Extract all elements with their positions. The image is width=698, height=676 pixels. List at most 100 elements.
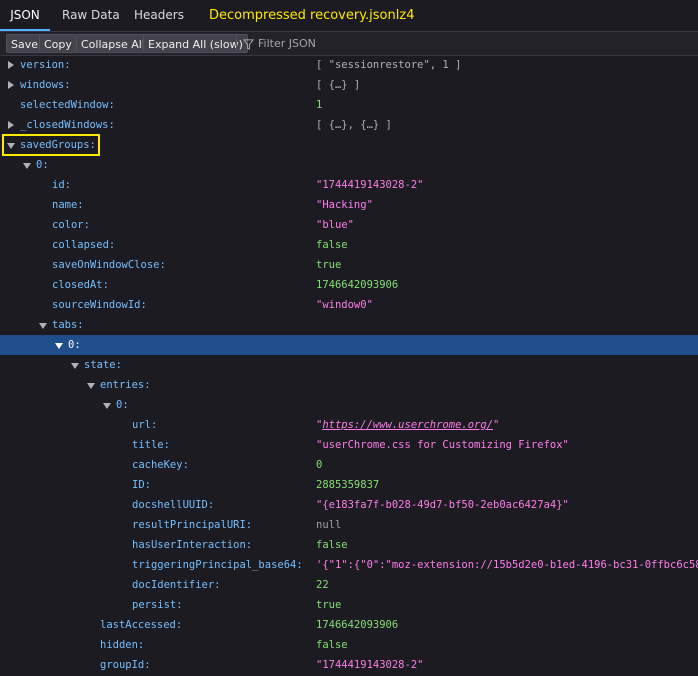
row-value: 0 <box>316 459 323 471</box>
row-key: version: <box>20 59 71 71</box>
row-key: state: <box>84 359 122 371</box>
row-key: selectedWindow: <box>20 99 115 111</box>
tree-row[interactable]: cacheKey: 0 <box>0 455 698 475</box>
tree-row[interactable]: url: "https://www.userchrome.org/" <box>0 415 698 435</box>
save-button[interactable]: Save <box>6 34 44 53</box>
expanded-arrow-icon[interactable] <box>71 363 79 369</box>
row-key: savedGroups: <box>20 139 96 151</box>
row-key: groupId: <box>100 659 151 671</box>
tree-row[interactable]: color: "blue" <box>0 215 698 235</box>
row-value: "1744419143028-2" <box>316 179 424 191</box>
row-value: "1744419143028-2" <box>316 659 424 671</box>
collapsed-arrow-icon[interactable] <box>8 121 14 129</box>
row-value: "{e183fa7f-b028-49d7-bf50-2eb0ac6427a4}" <box>316 499 569 511</box>
tree-row[interactable]: state: <box>0 355 698 375</box>
row-value: false <box>316 639 348 651</box>
viewer-tabbar: JSON Raw Data Headers Decompressed recov… <box>0 0 698 32</box>
tree-row[interactable]: title: "userChrome.css for Customizing Fi… <box>0 435 698 455</box>
tree-row[interactable]: _closedWindows: [ {…}, {…} ] <box>0 115 698 135</box>
row-value: 22 <box>316 579 329 591</box>
row-value: [ {…} ] <box>316 79 361 91</box>
tab-headers[interactable]: Headers <box>124 0 194 31</box>
row-key: _closedWindows: <box>20 119 115 131</box>
row-value[interactable]: "https://www.userchrome.org/" <box>316 415 499 435</box>
expanded-arrow-icon[interactable] <box>23 163 31 169</box>
tree-row[interactable]: triggeringPrincipal_base64: '{"1":{"0":"m… <box>0 555 698 575</box>
tree-row[interactable]: id: "1744419143028-2" <box>0 175 698 195</box>
expanded-arrow-icon[interactable] <box>39 323 47 329</box>
tab-raw-data[interactable]: Raw Data <box>52 0 130 31</box>
json-toolbar: Save Copy Collapse All Expand All (slow)… <box>0 32 698 56</box>
expanded-arrow-icon[interactable] <box>87 383 95 389</box>
row-value: 1746642093906 <box>316 279 399 291</box>
tree-row[interactable]: docIdentifier: 22 <box>0 575 698 595</box>
row-value: "userChrome.css for Customizing Firefox" <box>316 439 569 451</box>
collapsed-arrow-icon[interactable] <box>8 61 14 69</box>
tree-row[interactable]: 0: <box>0 155 698 175</box>
collapsed-arrow-icon[interactable] <box>8 81 14 89</box>
tree-row[interactable]: hasUserInteraction: false <box>0 535 698 555</box>
row-value: '{"1":{"0":"moz-extension://15b5d2e0-b1e… <box>316 559 698 571</box>
row-value: 1 <box>316 99 323 111</box>
row-key: triggeringPrincipal_base64: <box>132 559 303 571</box>
row-key: cacheKey: <box>132 459 189 471</box>
tree-row[interactable]: 0: <box>0 335 698 355</box>
row-value: true <box>316 599 342 611</box>
tree-row[interactable]: selectedWindow: 1 <box>0 95 698 115</box>
tree-row[interactable]: entries: <box>0 375 698 395</box>
row-key: sourceWindowId: <box>52 299 147 311</box>
expanded-arrow-icon[interactable] <box>7 143 15 149</box>
row-key: color: <box>52 219 90 231</box>
filter-placeholder: Filter JSON <box>258 37 316 50</box>
row-key: persist: <box>132 599 183 611</box>
row-key: tabs: <box>52 319 84 331</box>
copy-button[interactable]: Copy <box>39 34 77 53</box>
row-key: docshellUUID: <box>132 499 215 511</box>
row-value: 2885359837 <box>316 479 380 491</box>
row-value: null <box>316 519 342 531</box>
tree-row[interactable]: tabs: <box>0 315 698 335</box>
tree-row[interactable]: lastAccessed: 1746642093906 <box>0 615 698 635</box>
row-value: "blue" <box>316 219 354 231</box>
tree-row[interactable]: sourceWindowId: "window0" <box>0 295 698 315</box>
tree-row[interactable]: name: "Hacking" <box>0 195 698 215</box>
tree-row[interactable]: ID: 2885359837 <box>0 475 698 495</box>
expand-all-button[interactable]: Expand All (slow) <box>143 34 248 53</box>
toolbar-divider <box>236 36 237 51</box>
row-value: true <box>316 259 342 271</box>
row-key: hidden: <box>100 639 145 651</box>
tab-json[interactable]: JSON <box>0 0 50 31</box>
tree-row[interactable]: closedAt: 1746642093906 <box>0 275 698 295</box>
row-key: docIdentifier: <box>132 579 221 591</box>
row-value: false <box>316 539 348 551</box>
tree-row[interactable]: saveOnWindowClose: true <box>0 255 698 275</box>
url-link[interactable]: https://www.userchrome.org/ <box>322 419 493 431</box>
tree-row[interactable]: version: [ "sessionrestore", 1 ] <box>0 55 698 75</box>
tree-row[interactable]: windows: [ {…} ] <box>0 75 698 95</box>
tree-row[interactable]: 0: <box>0 395 698 415</box>
row-key: 0: <box>116 399 129 411</box>
row-value: "Hacking" <box>316 199 373 211</box>
row-value: 1746642093906 <box>316 619 399 631</box>
filter-json-input[interactable]: Filter JSON <box>243 34 316 53</box>
tree-row[interactable]: hidden: false <box>0 635 698 655</box>
row-key: entries: <box>100 379 151 391</box>
row-key: title: <box>132 439 170 451</box>
collapse-all-button[interactable]: Collapse All <box>76 34 150 53</box>
row-key: collapsed: <box>52 239 116 251</box>
tree-row[interactable]: collapsed: false <box>0 235 698 255</box>
row-value: "window0" <box>316 299 373 311</box>
row-value: [ {…}, {…} ] <box>316 119 392 131</box>
expanded-arrow-icon[interactable] <box>103 403 111 409</box>
row-key: id: <box>52 179 71 191</box>
tree-row[interactable]: resultPrincipalURI: null <box>0 515 698 535</box>
tree-row[interactable]: groupId: "1744419143028-2" <box>0 655 698 675</box>
tree-row[interactable]: docshellUUID: "{e183fa7f-b028-49d7-bf50-2… <box>0 495 698 515</box>
expanded-arrow-icon[interactable] <box>55 343 63 349</box>
row-key: hasUserInteraction: <box>132 539 253 551</box>
row-key: 0: <box>36 159 49 171</box>
tree-row[interactable]: persist: true <box>0 595 698 615</box>
row-key: saveOnWindowClose: <box>52 259 166 271</box>
tree-row[interactable]: savedGroups: <box>0 135 698 155</box>
row-value: [ "sessionrestore", 1 ] <box>316 59 462 71</box>
